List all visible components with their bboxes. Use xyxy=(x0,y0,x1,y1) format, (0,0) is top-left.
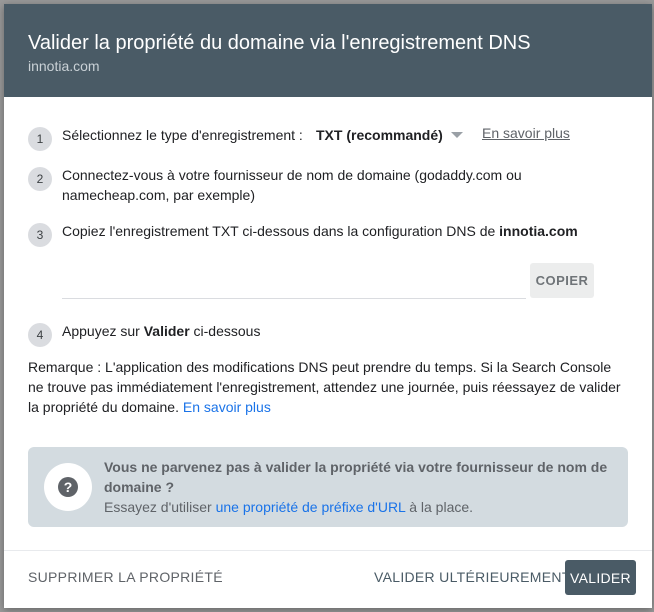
step-1-label: Sélectionnez le type d'enregistrement : xyxy=(62,127,303,143)
footer-divider xyxy=(4,550,652,551)
learn-more-link-note[interactable]: En savoir plus xyxy=(183,399,271,415)
step-3-instruction: Copiez l'enregistrement TXT ci-dessous d… xyxy=(62,223,496,239)
verify-domain-dialog: Valider la propriété du domaine via l'en… xyxy=(4,4,652,608)
dialog-header: Valider la propriété du domaine via l'en… xyxy=(4,4,652,97)
dns-note: Remarque : L'application des modificatio… xyxy=(28,357,628,417)
help-body-before: Essayez d'utiliser xyxy=(104,499,212,515)
record-type-value: TXT (recommandé) xyxy=(316,127,443,143)
help-title: Vous ne parvenez pas à valider la propri… xyxy=(104,459,608,495)
dropdown-arrow-icon xyxy=(450,132,463,138)
help-body-after: à la place. xyxy=(409,499,474,515)
step-4-text: Appuyez sur Valider ci-dessous xyxy=(62,321,260,341)
step-4-validate-word: Valider xyxy=(143,323,190,339)
txt-record-field[interactable] xyxy=(62,254,526,299)
help-icon-circle: ? xyxy=(44,463,92,511)
record-type-select[interactable]: TXT (recommandé) xyxy=(316,125,463,145)
step-4-before: Appuyez sur xyxy=(62,323,140,339)
dialog-title: Valider la propriété du domaine via l'en… xyxy=(28,32,531,54)
question-circle-icon: ? xyxy=(58,477,78,497)
step-3-text: Copiez l'enregistrement TXT ci-dessous d… xyxy=(62,221,578,241)
dns-note-text: Remarque : L'application des modificatio… xyxy=(28,359,621,415)
remove-property-button[interactable]: SUPPRIMER LA PROPRIÉTÉ xyxy=(28,569,223,585)
learn-more-link-record-type[interactable]: En savoir plus xyxy=(482,125,570,141)
step-3-domain: innotia.com xyxy=(499,223,578,239)
help-box: ? Vous ne parvenez pas à valider la prop… xyxy=(28,447,628,527)
url-prefix-property-link[interactable]: une propriété de préfixe d'URL xyxy=(216,499,406,515)
verify-button[interactable]: VALIDER xyxy=(565,560,636,595)
copy-button[interactable]: COPIER xyxy=(530,263,594,298)
verify-later-button[interactable]: VALIDER ULTÉRIEUREMENT xyxy=(374,569,571,585)
step-number-4: 4 xyxy=(28,323,52,347)
help-body: Essayez d'utiliser une propriété de préf… xyxy=(104,497,473,517)
step-number-1: 1 xyxy=(28,127,52,151)
dialog-domain: innotia.com xyxy=(28,58,100,74)
step-4-after: ci-dessous xyxy=(193,323,261,339)
step-2-text: Connectez-vous à votre fournisseur de no… xyxy=(62,167,522,203)
step-number-2: 2 xyxy=(28,167,52,191)
step-number-3: 3 xyxy=(28,223,52,247)
